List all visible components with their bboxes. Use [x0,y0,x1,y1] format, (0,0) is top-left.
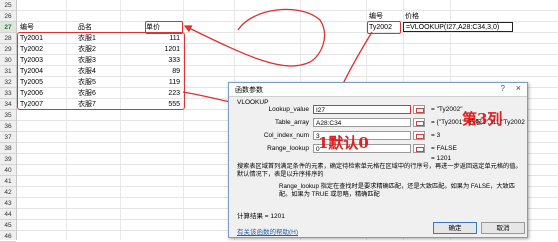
range-picker-icon[interactable] [413,144,425,153]
arrow-to-price-header [183,8,326,67]
col-index-label: Col_index_num [263,132,309,139]
column-note: 第3列 [462,110,503,128]
lookup-value-label: Lookup_value [268,106,309,113]
function-arguments-dialog[interactable]: 函数参数 ? × VLOOKUP Lookup_value I27 = "Ty2… [228,82,528,238]
close-icon[interactable]: × [516,83,521,93]
range-picker-icon[interactable] [413,131,425,140]
lookup-value-result: = "Ty2002" [431,106,463,113]
range-lookup-label: Range_lookup [267,145,309,152]
col-index-result: = 3 [431,132,441,139]
range-picker-icon[interactable] [413,105,425,114]
table-array-label: Table_array [275,119,309,126]
dialog-title: 函数参数 [235,87,263,94]
calc-result: 计算结果 = 1201 [237,213,285,220]
ok-button[interactable]: 确定 [433,222,477,234]
help-icon[interactable]: ? [501,84,505,93]
table-array-input[interactable]: A28:C34 [313,118,411,127]
lookup-value-input[interactable]: I27 [313,105,411,114]
cancel-button[interactable]: 取消 [481,222,525,234]
param-description: Range_lookup 指定在查找时是要求精确匹配，还是大致匹配。如果为 FA… [279,183,523,199]
function-description: 搜索表区域首列满足条件的元素，确定待检索单元格在区域中的行序号，再进一步返回选定… [237,163,522,178]
exact-match-note: 1默认0 [318,134,369,152]
dialog-title-bar[interactable]: 函数参数 ? × [229,83,527,97]
range-lookup-result: = FALSE [431,145,457,152]
function-help-link[interactable]: 有关该函数的帮助(H) [237,226,298,236]
range-picker-icon[interactable] [413,118,425,127]
param-name: Range_lookup [279,183,319,190]
